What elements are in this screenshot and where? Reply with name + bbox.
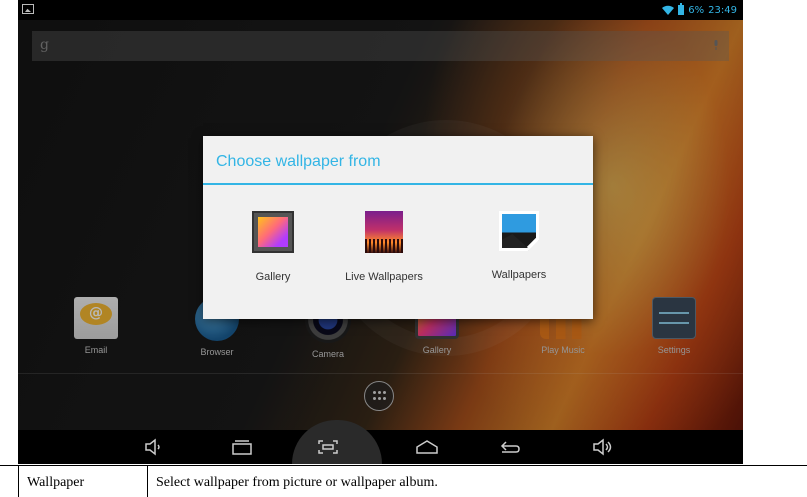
status-indicators: 6% 23:49 [662, 3, 737, 17]
gallery-notification-icon[interactable] [22, 4, 34, 14]
volume-up-icon[interactable] [590, 437, 614, 457]
option-label: Live Wallpapers [345, 271, 423, 283]
dialog-title-divider [203, 183, 593, 185]
gallery-icon [252, 211, 294, 253]
volume-down-icon[interactable] [140, 437, 164, 457]
wifi-icon [662, 5, 675, 15]
battery-icon [678, 3, 685, 15]
table-rule [18, 466, 19, 497]
option-label: Gallery [255, 271, 291, 283]
option-wallpapers[interactable]: Wallpapers [459, 211, 579, 281]
option-live-wallpapers[interactable]: Live Wallpapers [324, 211, 444, 283]
choose-wallpaper-dialog: Choose wallpaper from Gallery Live Wallp… [203, 136, 593, 319]
option-gallery[interactable]: Gallery [213, 211, 333, 283]
battery-percent: 6% [688, 4, 705, 16]
back-icon[interactable] [498, 437, 522, 457]
screenshot-icon[interactable] [316, 437, 340, 457]
home-icon[interactable] [415, 437, 439, 457]
option-label: Wallpapers [491, 269, 547, 281]
dialog-title: Choose wallpaper from [216, 153, 381, 170]
caption-term: Wallpaper [27, 475, 85, 490]
table-rule [147, 466, 148, 497]
caption-description: Select wallpaper from picture or wallpap… [156, 475, 438, 490]
wallpapers-icon [499, 211, 539, 251]
clock: 23:49 [708, 4, 737, 16]
recent-apps-icon[interactable] [230, 437, 254, 457]
device-screen: g Email Browser Camera Gallery Play Musi… [18, 0, 743, 464]
caption-table-row: Wallpaper Select wallpaper from picture … [0, 465, 807, 497]
navigation-bar [18, 420, 743, 464]
status-bar: 6% 23:49 [18, 0, 743, 20]
live-wallpaper-icon [365, 211, 403, 253]
